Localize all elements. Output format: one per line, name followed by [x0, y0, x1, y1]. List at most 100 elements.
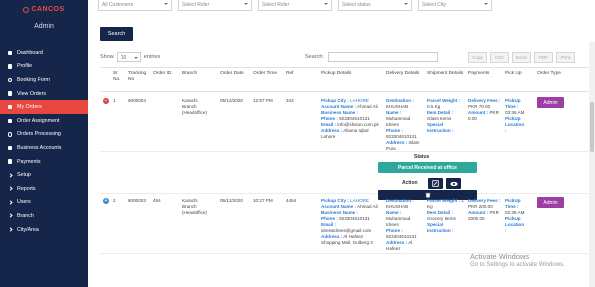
- entries-select[interactable]: 10: [116, 52, 141, 62]
- column-header[interactable]: Ref: [286, 71, 306, 77]
- logo-icon: [23, 6, 30, 13]
- sidebar-item-label: Branch: [17, 212, 34, 219]
- city-select[interactable]: Select City: [418, 0, 492, 11]
- sidebar-item-users[interactable]: Users: [0, 196, 88, 210]
- column-header[interactable]: Delivery Details: [386, 71, 422, 77]
- expand-row-icon[interactable]: +: [103, 198, 109, 204]
- table-search: Search:: [305, 52, 438, 62]
- column-header[interactable]: Pickup Details: [321, 71, 381, 77]
- chevron-down-icon: [164, 3, 168, 5]
- square-icon: [7, 50, 13, 56]
- city-select-value: Select City: [422, 2, 446, 8]
- sidebar-item-dashboard[interactable]: Dashboard: [0, 46, 88, 60]
- export-csv-button[interactable]: CSV: [490, 52, 509, 63]
- vertical-scrollbar[interactable]: [589, 42, 595, 287]
- account-label: Account Name :: [321, 204, 356, 209]
- order-type-button[interactable]: Admin: [537, 197, 564, 208]
- scrollbar-thumb[interactable]: [590, 102, 594, 152]
- sidebar-item-my-orders[interactable]: My Orders: [0, 100, 88, 114]
- status-select[interactable]: Select status: [338, 0, 412, 11]
- weight-label: Parcel Weight :: [427, 98, 461, 103]
- sidebar-item-order-assignment[interactable]: Order Assignment: [0, 114, 88, 128]
- rider-select[interactable]: Select Rider: [178, 0, 252, 11]
- export-pdf-button[interactable]: PDF: [534, 52, 553, 63]
- view-button[interactable]: [446, 178, 461, 189]
- order-type-button[interactable]: Admin: [537, 97, 564, 108]
- chevron-down-icon: [404, 3, 408, 5]
- sidebar-item-branch[interactable]: Branch: [0, 209, 88, 223]
- chevron-down-icon: [244, 3, 248, 5]
- destination-label: Destination :: [386, 198, 414, 203]
- customers-select[interactable]: All Customers: [98, 0, 172, 11]
- sidebar-item-label: City/Area: [17, 226, 39, 233]
- windows-watermark: Activate Windows Go to Settings to activ…: [470, 253, 565, 269]
- cell-ref: 343: [286, 98, 294, 103]
- export-copy-button[interactable]: Copy: [468, 52, 487, 63]
- delivery-address-label: Address :: [386, 140, 408, 145]
- delivery-phone-label: Phone :: [386, 128, 403, 133]
- account-label: Account Name :: [321, 104, 356, 109]
- cell-pickup-details: Pickup City : LAHORE Account Name : Ahma…: [321, 198, 381, 246]
- column-header[interactable]: Order Type: [537, 71, 565, 77]
- column-header[interactable]: Sr No.: [113, 71, 125, 83]
- column-header[interactable]: Order ID.: [153, 71, 173, 77]
- sidebar-item-reports[interactable]: Reports: [0, 182, 88, 196]
- sidebar-item-setup[interactable]: Setup: [0, 168, 88, 182]
- parcel-weight: 0.5 Kg: [427, 104, 441, 109]
- item-label: Item Detail :: [427, 110, 454, 115]
- sidebar-item-booking-form[interactable]: Booking Form: [0, 73, 88, 87]
- sidebar-item-view-orders[interactable]: View Orders: [0, 87, 88, 101]
- column-header[interactable]: Shipment Details: [427, 71, 465, 77]
- sidebar-item-label: Reports: [17, 185, 36, 192]
- column-header[interactable]: Branch: [182, 71, 212, 77]
- instruction-label: Special Instruction :: [427, 122, 454, 133]
- pickup-time-label: PickUp Time :: [505, 198, 521, 209]
- square-icon: [7, 104, 13, 110]
- edit-button[interactable]: [428, 178, 443, 189]
- address-label: Address :: [321, 128, 343, 133]
- orders-table: Sr No. Tracking No Order ID. Branch Order Da…: [100, 67, 590, 254]
- rider-select-2[interactable]: Select Rider: [258, 0, 332, 11]
- collapse-row-icon[interactable]: −: [103, 98, 109, 104]
- status-label: Status: [414, 154, 430, 160]
- pickup-phone: 923304610131: [339, 116, 370, 121]
- main-content: All Customers Select Rider Select Rider …: [88, 0, 595, 287]
- sidebar-item-business-accounts[interactable]: Business Accounts: [0, 141, 88, 155]
- delivery-fees: PKR 200.00: [468, 204, 493, 209]
- weight-label: Parcel Weight :: [427, 198, 461, 203]
- sidebar-item-label: Orders Processing: [17, 131, 61, 138]
- cell-sr: 2: [113, 198, 116, 203]
- cell-pickup-details: Pickup City : LAHORE Account Name : Ahma…: [321, 98, 381, 140]
- sidebar-item-label: Profile: [17, 63, 33, 70]
- column-header[interactable]: Pick Up: [505, 71, 527, 77]
- column-header[interactable]: Order Time: [253, 71, 281, 77]
- email-label: Email :: [321, 122, 337, 127]
- sidebar-item-city-area[interactable]: City/Area: [0, 223, 88, 237]
- pickup-email: info@shsion.com.pk: [337, 122, 379, 127]
- account-name: Ahmad Ali: [357, 204, 378, 209]
- table-search-label: Search:: [305, 54, 324, 60]
- column-header[interactable]: Tracking No: [128, 71, 148, 83]
- sidebar-item-payments[interactable]: Payments: [0, 155, 88, 169]
- search-button[interactable]: Search: [100, 27, 133, 41]
- square-icon: [7, 159, 13, 165]
- sidebar-item-label: Booking Form: [17, 76, 50, 83]
- account-name: Ahmad Ali: [357, 104, 378, 109]
- status-badge[interactable]: Parcel Received at office: [378, 162, 477, 173]
- table-search-input[interactable]: [327, 52, 438, 62]
- sidebar-item-profile[interactable]: Profile: [0, 60, 88, 74]
- export-print-button[interactable]: Print: [556, 52, 575, 63]
- pickup-city-label: Pickup City :: [321, 198, 349, 203]
- sidebar-item-orders-processing[interactable]: Orders Processing: [0, 128, 88, 142]
- status-select-value: Select status: [342, 2, 371, 8]
- name-label: Name :: [386, 110, 402, 115]
- cell-sr: 1: [113, 98, 116, 103]
- delivery-address-label: Address :: [386, 240, 408, 245]
- column-header[interactable]: Order Date: [220, 71, 248, 77]
- sidebar-item-label: Dashboard: [17, 49, 43, 56]
- export-excel-button[interactable]: Excel: [512, 52, 531, 63]
- cell-pickup: PickUp Time : 03:36 AM PickUp Location :: [505, 98, 525, 134]
- column-header[interactable]: Payments: [468, 71, 502, 77]
- logo[interactable]: CANCOS: [23, 6, 64, 13]
- pickup-city-label: Pickup City :: [321, 98, 349, 103]
